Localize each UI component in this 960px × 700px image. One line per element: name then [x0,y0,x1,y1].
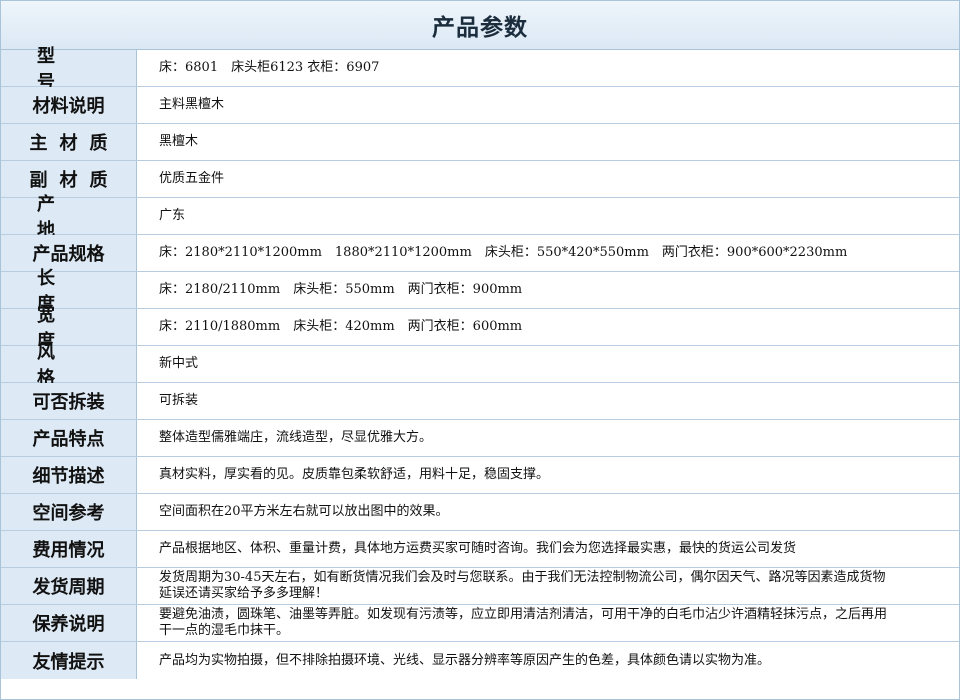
row-label: 空间参考 [1,494,137,530]
row-value: 床：2110/1880mm 床头柜：420mm 两门衣柜：600mm [159,319,523,334]
table-row: 产品特点 整体造型儒雅端庄，流线造型，尽显优雅大方。 [1,420,959,457]
row-value: 主料黑檀木 [159,97,225,112]
table-row: 产地 广东 [1,194,959,241]
row-value: 整体造型儒雅端庄，流线造型，尽显优雅大方。 [159,430,433,445]
row-value: 发货周期为30-45天左右，如有断货情况我们会及时与您联系。由于我们无法控制物流… [159,570,886,601]
table-row: 风格 新中式 [1,342,959,389]
table-title: 产品参数 [1,1,959,50]
row-value: 黑檀木 [159,134,199,149]
row-label: 风格 [1,342,137,389]
row-label: 主材质 [1,124,137,160]
row-value: 床：2180/2110mm 床头柜：550mm 两门衣柜：900mm [159,282,523,297]
table-row: 友情提示 产品均为实物拍摄，但不排除拍摄环境、光线、显示器分辨率等原因产生的色差… [1,642,959,679]
row-value: 优质五金件 [159,171,225,186]
table-row: 宽度 床：2110/1880mm 床头柜：420mm 两门衣柜：600mm [1,305,959,352]
row-value: 空间面积在20平方米左右就可以放出图中的效果。 [159,504,449,519]
param-rows: 型号 床：6801 床头柜6123 衣柜：6907 材料说明 主料黑檀木 主材质… [1,46,959,679]
row-value: 床：2180*2110*1200mm 1880*2110*1200mm 床头柜：… [159,245,848,260]
row-value: 床：6801 床头柜6123 衣柜：6907 [159,60,380,75]
table-row: 主材质 黑檀木 [1,124,959,161]
row-label: 材料说明 [1,87,137,123]
product-params-table: 产品参数 型号 床：6801 床头柜6123 衣柜：6907 材料说明 主料黑檀… [0,0,960,700]
row-label: 可否拆装 [1,383,137,419]
row-label: 细节描述 [1,457,137,493]
row-label: 友情提示 [1,642,137,679]
table-row: 细节描述 真材实料，厚实看的见。皮质靠包柔软舒适，用料十足，稳固支撑。 [1,457,959,494]
row-value: 产品根据地区、体积、重量计费，具体地方运费买家可随时咨询。我们会为您选择最实惠，… [159,541,797,556]
row-value: 可拆装 [159,393,199,408]
table-row: 保养说明 要避免油渍，圆珠笔、油墨等弄脏。如发现有污渍等，应立即用清洁剂清洁，可… [1,605,959,642]
table-row: 可否拆装 可拆装 [1,383,959,420]
row-value: 产品均为实物拍摄，但不排除拍摄环境、光线、显示器分辨率等原因产生的色差，具体颜色… [159,652,771,668]
table-row: 长度 床：2180/2110mm 床头柜：550mm 两门衣柜：900mm [1,268,959,315]
row-label: 保养说明 [1,605,137,641]
row-label: 产地 [1,194,137,241]
table-row: 型号 床：6801 床头柜6123 衣柜：6907 [1,46,959,93]
row-label: 产品特点 [1,420,137,456]
table-row: 材料说明 主料黑檀木 [1,87,959,124]
row-value: 广东 [159,208,186,223]
row-value: 新中式 [159,356,199,371]
table-row: 空间参考 空间面积在20平方米左右就可以放出图中的效果。 [1,494,959,531]
table-row: 发货周期 发货周期为30-45天左右，如有断货情况我们会及时与您联系。由于我们无… [1,568,959,605]
row-label: 发货周期 [1,568,137,604]
row-label: 费用情况 [1,531,137,567]
table-row: 副材质 优质五金件 [1,161,959,198]
row-value: 要避免油渍，圆珠笔、油墨等弄脏。如发现有污渍等，应立即用清洁剂清洁，可用干净的白… [159,607,888,638]
table-row: 产品规格 床：2180*2110*1200mm 1880*2110*1200mm… [1,235,959,272]
row-value: 真材实料，厚实看的见。皮质靠包柔软舒适，用料十足，稳固支撑。 [159,467,550,482]
table-row: 费用情况 产品根据地区、体积、重量计费，具体地方运费买家可随时咨询。我们会为您选… [1,531,959,568]
row-label: 型号 [1,46,137,93]
